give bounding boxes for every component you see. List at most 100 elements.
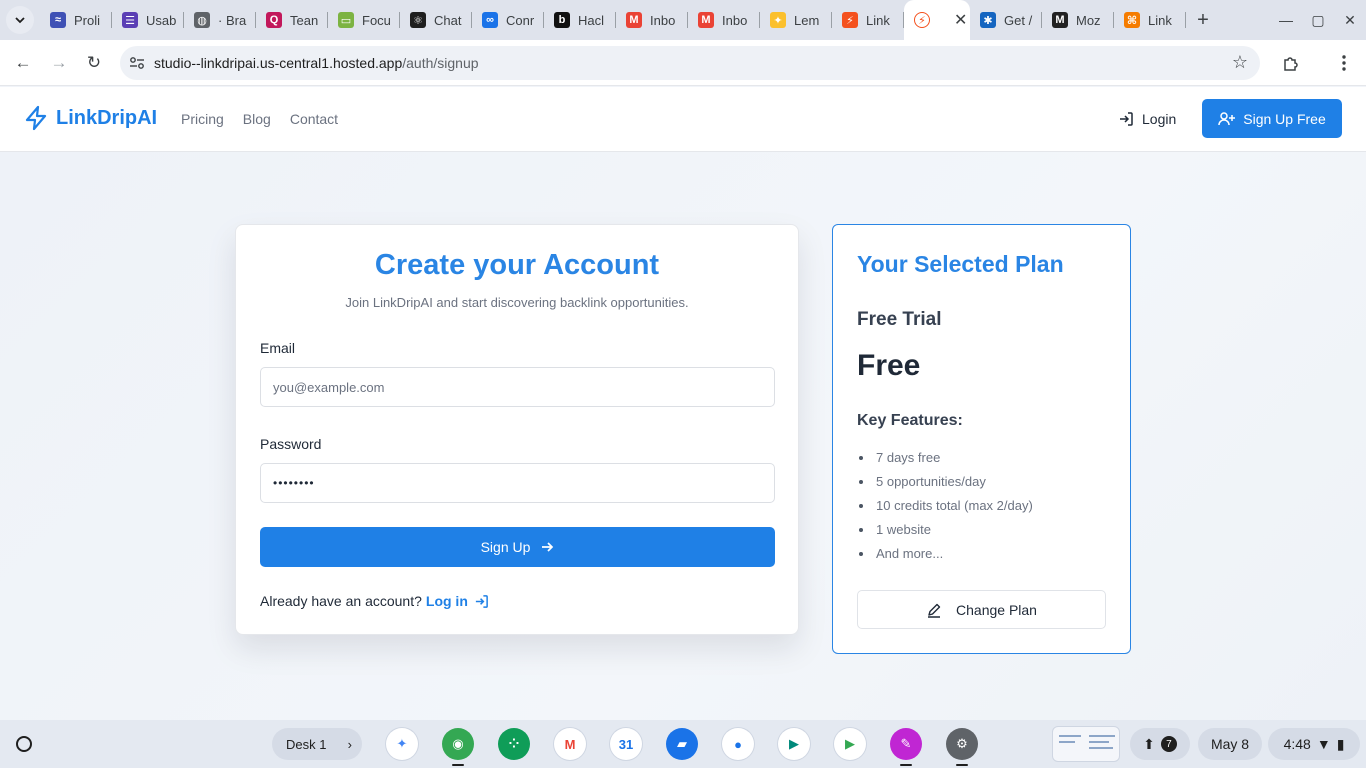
extensions-icon[interactable] [1276,48,1306,78]
signup-title: Create your Account [374,249,660,281]
email-label: Email [260,340,296,356]
close-window-icon[interactable]: ✕ [1334,8,1366,32]
tab-favicon-icon: ⌘ [1124,12,1140,28]
header-login-link[interactable]: Login [1118,109,1176,129]
screenshot-app-app-icon[interactable]: ✎ [890,728,922,766]
login-prompt: Already have an account? Log in [260,593,489,609]
window-preview-thumbnail[interactable] [1052,726,1120,762]
nav-blog[interactable]: Blog [243,111,271,127]
nav-pricing[interactable]: Pricing [181,111,224,127]
launcher-icon[interactable] [8,728,40,760]
browser-toolbar: ← → ↻ studio--linkdripai.us-central1.hos… [0,40,1366,86]
date-display[interactable]: May 8 [1198,728,1262,760]
new-tab-icon[interactable]: + [1186,0,1220,40]
browser-tab[interactable]: ▭ Focu [328,0,400,40]
clock: 4:48 [1283,736,1311,752]
browser-tab[interactable]: M Inbo [688,0,760,40]
calendar-app-icon[interactable]: 31 [610,728,642,760]
tab-favicon-icon: M [698,12,714,28]
selected-plan-card: Your Selected Plan Free Trial Free Key F… [832,224,1131,654]
browser-tab[interactable]: ⚡ Link [832,0,904,40]
tab-search-chevron-icon[interactable] [6,6,34,34]
maximize-icon[interactable]: ▢ [1302,8,1334,32]
browser-tab[interactable]: ⌘ Link [1114,0,1186,40]
files-app-icon[interactable]: ▰ [666,728,698,760]
meet-app-icon[interactable]: ▶ [778,728,810,760]
browser-tab[interactable]: ☰ Usab [112,0,184,40]
nav-contact[interactable]: Contact [290,111,338,127]
login-link[interactable]: Log in [426,593,489,609]
plan-name: Free Trial [857,309,942,330]
change-plan-button[interactable]: Change Plan [857,590,1106,629]
gemini-app-icon[interactable]: ✦ [386,728,418,760]
forward-icon[interactable]: → [44,48,74,78]
tab-favicon-icon: b [554,12,570,28]
pinned-apps: ✦ ◉ ⁘ M 31 ▰ ● ▶ ▶ ✎ ⚙ [386,728,978,766]
tab-title: Focu [362,12,391,28]
site-header: LinkDripAI Pricing Blog Contact Login Si… [0,87,1366,152]
tab-favicon-icon: ∞ [482,12,498,28]
tab-favicon-icon: ✱ [980,12,996,28]
email-field[interactable]: you@example.com [260,367,775,407]
feature-item: 7 days free [857,449,1033,473]
header-signup-button[interactable]: Sign Up Free [1202,99,1342,138]
tab-favicon-icon: ◍ [194,12,210,28]
feature-item: 10 credits total (max 2/day) [857,497,1033,521]
window-controls: — ▢ ✕ [1270,8,1366,32]
browser-tab[interactable]: ◍ · Bra [184,0,256,40]
bookmark-star-icon[interactable]: ☆ [1232,52,1248,73]
browser-tab[interactable]: ≈ Proli [40,0,112,40]
lightning-icon [25,105,47,131]
browser-tab[interactable]: Q Tean [256,0,328,40]
tab-title: Inbo [722,12,748,28]
browser-tab[interactable]: ⚛ Chat [400,0,472,40]
settings-app-icon[interactable]: ⚙ [946,728,978,766]
feature-item: 1 website [857,521,1033,545]
close-tab-icon[interactable]: ✕ [954,10,967,30]
login-arrow-icon [475,594,488,608]
chevron-right-icon: › [347,736,352,752]
upload-icon: ⬆ [1143,735,1155,752]
arrow-right-icon [542,542,554,552]
browser-tab[interactable]: ∞ Conr [472,0,544,40]
slack-like-app-icon[interactable]: ⁘ [498,728,530,760]
browser-menu-icon[interactable] [1329,48,1359,78]
reload-icon[interactable]: ↻ [79,48,109,78]
browser-tab[interactable]: M Moz [1042,0,1114,40]
browser-tab[interactable]: b Hacl [544,0,616,40]
url-text: studio--linkdripai.us-central1.hosted.ap… [154,55,479,71]
notification-tray[interactable]: ⬆ 7 [1130,728,1190,760]
tab-favicon-icon: M [626,12,642,28]
tab-favicon-icon: ⚡ [842,12,858,28]
header-signup-label: Sign Up Free [1243,110,1326,127]
tab-title: Usab [146,12,176,28]
tab-title: Inbo [650,12,676,28]
signup-submit-button[interactable]: Sign Up [260,527,775,567]
desk-label: Desk 1 [286,736,327,752]
minimize-icon[interactable]: — [1270,8,1302,32]
active-browser-tab[interactable]: ⚡ ✕ [904,0,970,40]
brand-logo[interactable]: LinkDripAI [24,105,157,131]
signup-submit-label: Sign Up [480,539,531,555]
site-info-icon[interactable] [120,56,154,70]
password-field[interactable]: •••••••• [260,463,775,503]
browser-tab[interactable]: ✱ Get / [970,0,1042,40]
address-bar[interactable]: studio--linkdripai.us-central1.hosted.ap… [120,46,1260,80]
status-area[interactable]: 4:48 ▼ ▮ [1268,728,1360,760]
browser-tab[interactable]: ✦ Lem [760,0,832,40]
messages-app-icon[interactable]: ● [722,728,754,760]
back-icon[interactable]: ← [8,48,38,78]
desk-switcher[interactable]: Desk 1 › [272,728,362,760]
tab-title: Lem [794,12,820,28]
feature-item: 5 opportunities/day [857,473,1033,497]
tab-title: Link [866,12,890,28]
tab-list: ≈ Proli ☰ Usab ◍ · Bra Q Tean ▭ Focu ⚛ Chat ∞ Conr b Ha… [40,0,1220,40]
gmail-app-icon[interactable]: M [554,728,586,760]
tab-title: Proli [74,12,101,28]
login-link-label: Log in [425,593,468,609]
play-store-app-icon[interactable]: ▶ [834,728,866,760]
browser-tab[interactable]: M Inbo [616,0,688,40]
chrome-app-icon[interactable]: ◉ [442,728,474,766]
tab-favicon-icon: ✦ [770,12,786,28]
tab-favicon-icon: ▭ [338,12,354,28]
